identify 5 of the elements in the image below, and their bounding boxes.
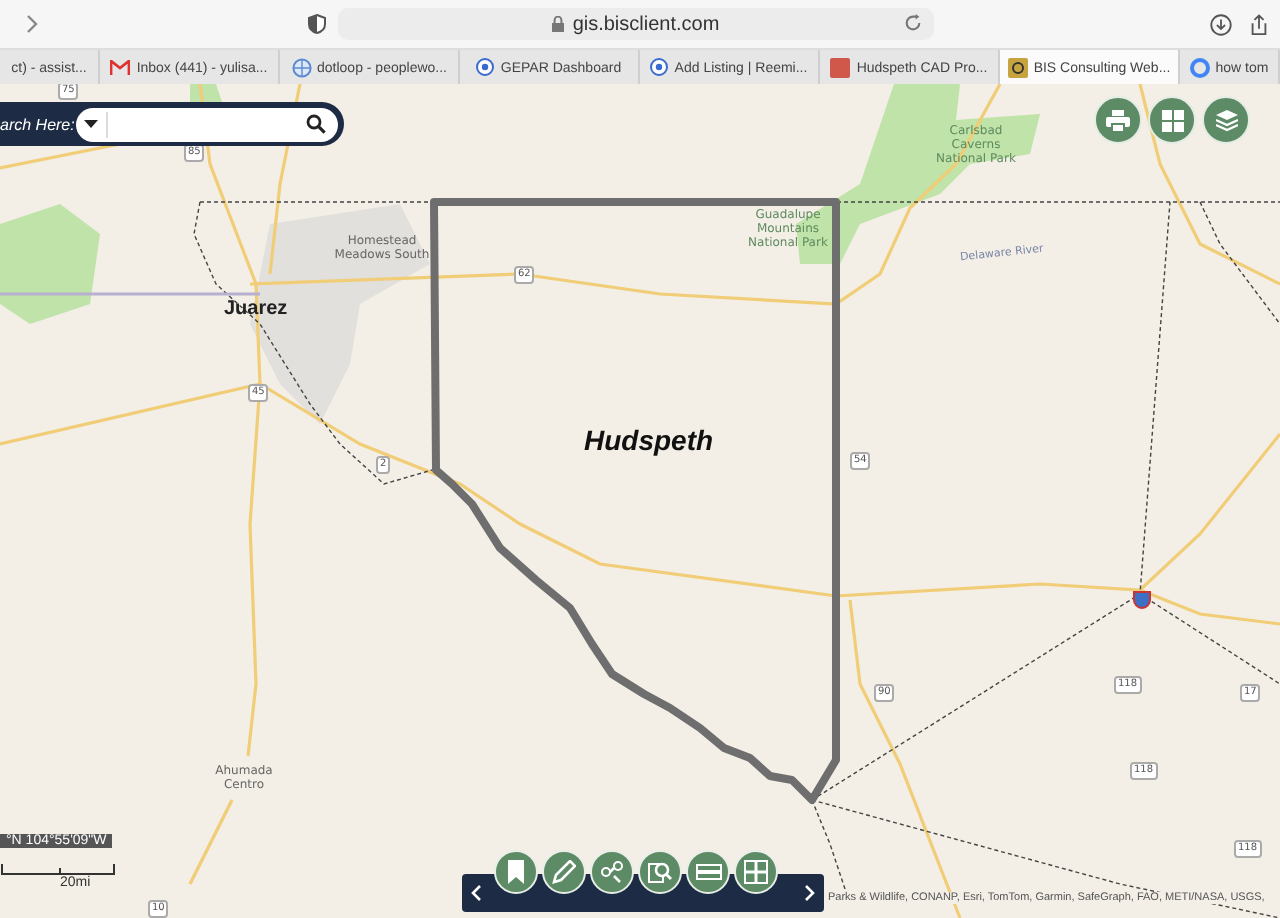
address-field[interactable]: gis.bisclient.com [338,8,934,40]
search-label: arch Here: [0,115,76,133]
address-text: gis.bisclient.com [572,13,720,35]
county-label: Hudspeth [584,424,714,456]
city-label: Juarez [224,298,288,320]
